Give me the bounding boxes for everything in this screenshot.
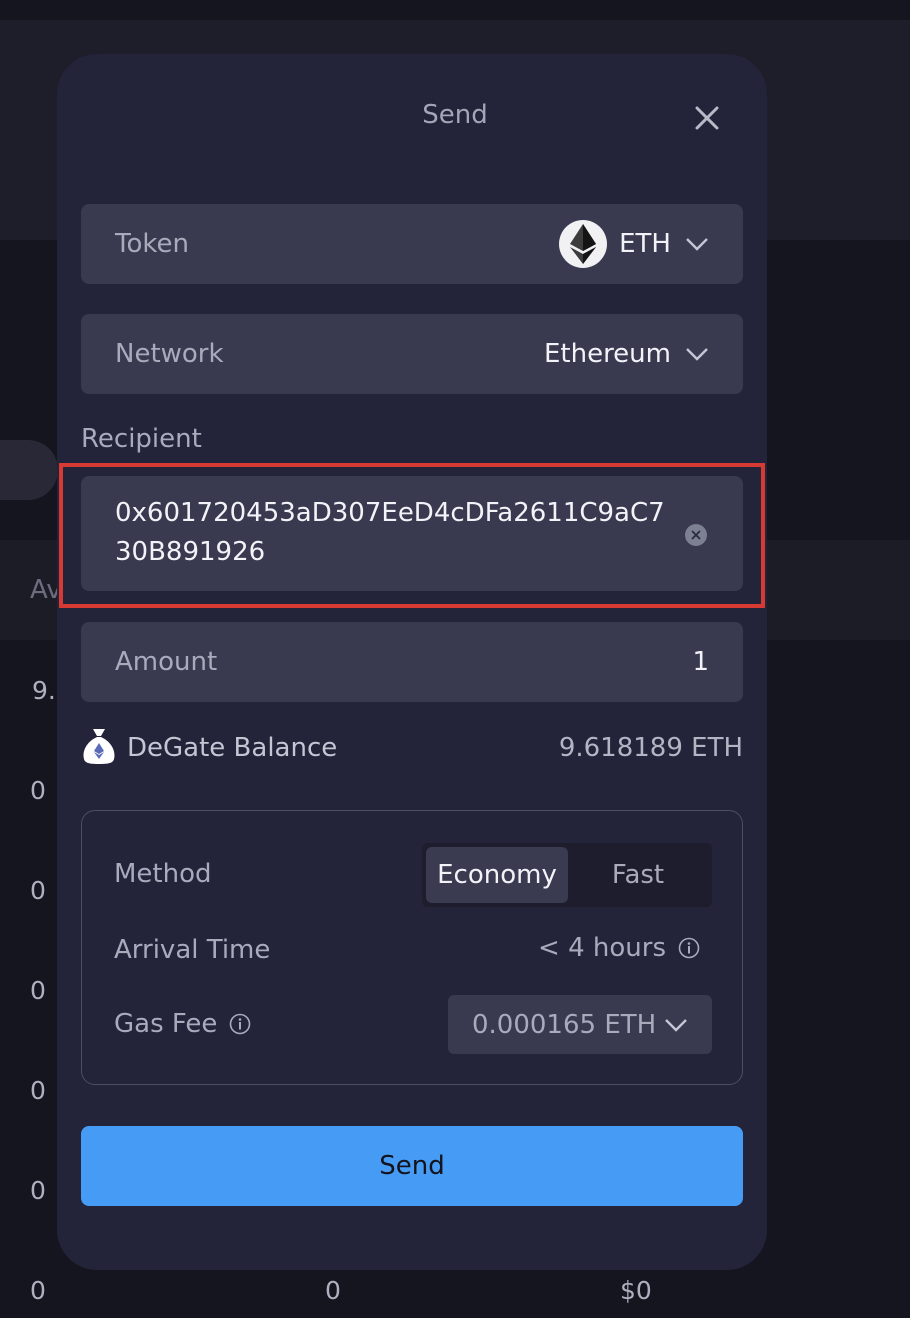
amount-input[interactable]: Amount 1 — [81, 622, 743, 702]
background-cell: $0 — [620, 1276, 652, 1305]
background-tab-pill — [0, 440, 58, 500]
chevron-down-icon — [686, 238, 708, 251]
background-cell: 0 — [30, 1276, 46, 1305]
background-cell: 0 — [30, 876, 46, 905]
send-button[interactable]: Send — [81, 1126, 743, 1206]
clear-icon[interactable] — [685, 524, 707, 546]
gas-fee-select[interactable]: 0.000165 ETH — [448, 995, 712, 1054]
network-select[interactable]: Network Ethereum — [81, 314, 743, 394]
close-icon[interactable] — [692, 103, 722, 133]
balance-value: 9.618189 ETH — [558, 733, 743, 763]
background-cell: 0 — [30, 776, 46, 805]
arrival-time-value: < 4 hours — [538, 933, 666, 963]
recipient-input[interactable]: 0x601720453aD307EeD4cDFa2611C9aC730B8919… — [81, 476, 743, 591]
background-cell: 0 — [30, 1176, 46, 1205]
recipient-label: Recipient — [81, 424, 202, 454]
network-value: Ethereum — [543, 339, 671, 369]
background-cell: 0 — [325, 1276, 341, 1305]
background-cell: 9. — [32, 676, 56, 705]
money-bag-icon — [81, 727, 117, 769]
amount-label: Amount — [115, 647, 218, 677]
network-label: Network — [115, 339, 224, 369]
recipient-address: 0x601720453aD307EeD4cDFa2611C9aC730B8919… — [115, 498, 665, 567]
token-value: ETH — [619, 229, 671, 259]
modal-title: Send — [422, 100, 488, 130]
gas-fee-label: Gas Fee — [114, 1009, 218, 1039]
gas-fee-value: 0.000165 ETH — [472, 1009, 657, 1040]
info-icon[interactable] — [229, 1013, 251, 1035]
chevron-down-icon — [665, 1018, 687, 1032]
arrival-time-label: Arrival Time — [114, 935, 271, 965]
amount-value: 1 — [692, 647, 709, 677]
method-toggle: Economy Fast — [422, 843, 712, 907]
background-cell: 0 — [30, 1076, 46, 1105]
method-option-fast[interactable]: Fast — [572, 847, 704, 903]
balance-label: DeGate Balance — [127, 733, 338, 763]
token-label: Token — [115, 229, 189, 259]
token-select[interactable]: Token ETH — [81, 204, 743, 284]
method-label: Method — [114, 859, 212, 889]
ethereum-logo-icon — [559, 220, 608, 268]
chevron-down-icon — [686, 348, 708, 361]
transfer-options-card: Method Economy Fast Arrival Time < 4 hou… — [81, 810, 743, 1085]
balance-row: DeGate Balance 9.618189 ETH — [81, 728, 743, 768]
background-cell: 0 — [30, 976, 46, 1005]
method-option-economy[interactable]: Economy — [426, 847, 568, 903]
info-icon[interactable] — [678, 937, 700, 959]
